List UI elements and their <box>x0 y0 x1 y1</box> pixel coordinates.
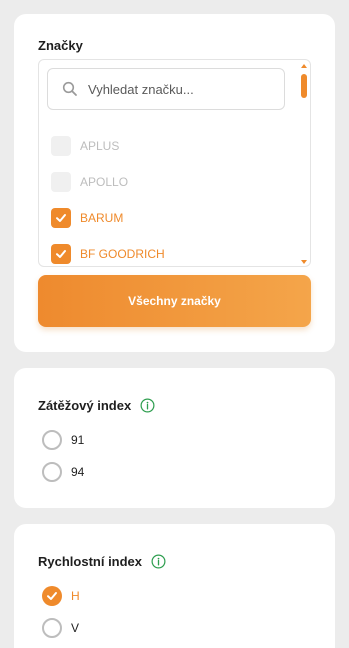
load-index-card: Zátěžový index 91 94 <box>14 368 335 508</box>
brand-checkbox-checked[interactable] <box>51 244 71 264</box>
speed-index-option-v[interactable]: V <box>42 612 80 644</box>
brand-option-bf-goodrich[interactable]: BF GOODRICH <box>51 236 291 266</box>
checkmark-icon <box>47 592 57 600</box>
speed-index-option-h[interactable]: H <box>42 580 80 612</box>
checkmark-icon <box>56 214 66 222</box>
brand-options: APLUS APOLLO BARUM BF GOODRICH <box>51 128 291 266</box>
scroll-up-arrow-icon[interactable] <box>301 64 307 68</box>
checkmark-icon <box>56 250 66 258</box>
radio-label: H <box>71 589 80 603</box>
all-brands-button[interactable]: Všechny značky <box>38 275 311 327</box>
speed-index-title-row: Rychlostní index <box>38 554 166 569</box>
radio-label: 94 <box>71 465 85 479</box>
brands-title: Značky <box>38 38 83 53</box>
info-icon[interactable] <box>151 554 166 569</box>
radio-button[interactable] <box>42 430 62 450</box>
load-index-option-94[interactable]: 94 <box>42 456 84 488</box>
brand-search-input[interactable] <box>88 81 278 97</box>
brand-option-label: BF GOODRICH <box>80 247 165 261</box>
brand-option-label: APOLLO <box>80 175 129 189</box>
radio-button[interactable] <box>42 462 62 482</box>
info-icon[interactable] <box>140 398 155 413</box>
brands-scrollbar[interactable] <box>299 62 309 266</box>
radio-button-checked[interactable] <box>42 586 62 606</box>
radio-label: V <box>71 621 80 635</box>
brand-checkbox-checked[interactable] <box>51 208 71 228</box>
speed-index-card: Rychlostní index H V <box>14 524 335 648</box>
load-index-option-91[interactable]: 91 <box>42 424 84 456</box>
brand-option-apollo[interactable]: APOLLO <box>51 164 291 200</box>
search-icon <box>62 81 77 96</box>
load-index-title-row: Zátěžový index <box>38 398 155 413</box>
speed-index-options: H V <box>42 580 80 644</box>
brands-filter-card: Značky APLUS APOLLO BARUM <box>14 14 335 352</box>
brand-option-label: BARUM <box>80 211 124 225</box>
scrollbar-thumb[interactable] <box>301 74 307 98</box>
brand-checkbox[interactable] <box>51 172 71 192</box>
speed-index-title: Rychlostní index <box>38 554 143 569</box>
load-index-options: 91 94 <box>42 424 84 488</box>
scroll-down-arrow-icon[interactable] <box>301 260 307 264</box>
brand-option-barum[interactable]: BARUM <box>51 200 291 236</box>
brands-list-box: APLUS APOLLO BARUM BF GOODRICH <box>38 59 311 267</box>
brand-option-aplus[interactable]: APLUS <box>51 128 291 164</box>
load-index-title: Zátěžový index <box>38 398 132 413</box>
brand-option-label: APLUS <box>80 139 120 153</box>
radio-button[interactable] <box>42 618 62 638</box>
radio-label: 91 <box>71 433 85 447</box>
brand-search-box[interactable] <box>47 68 285 110</box>
brand-checkbox[interactable] <box>51 136 71 156</box>
